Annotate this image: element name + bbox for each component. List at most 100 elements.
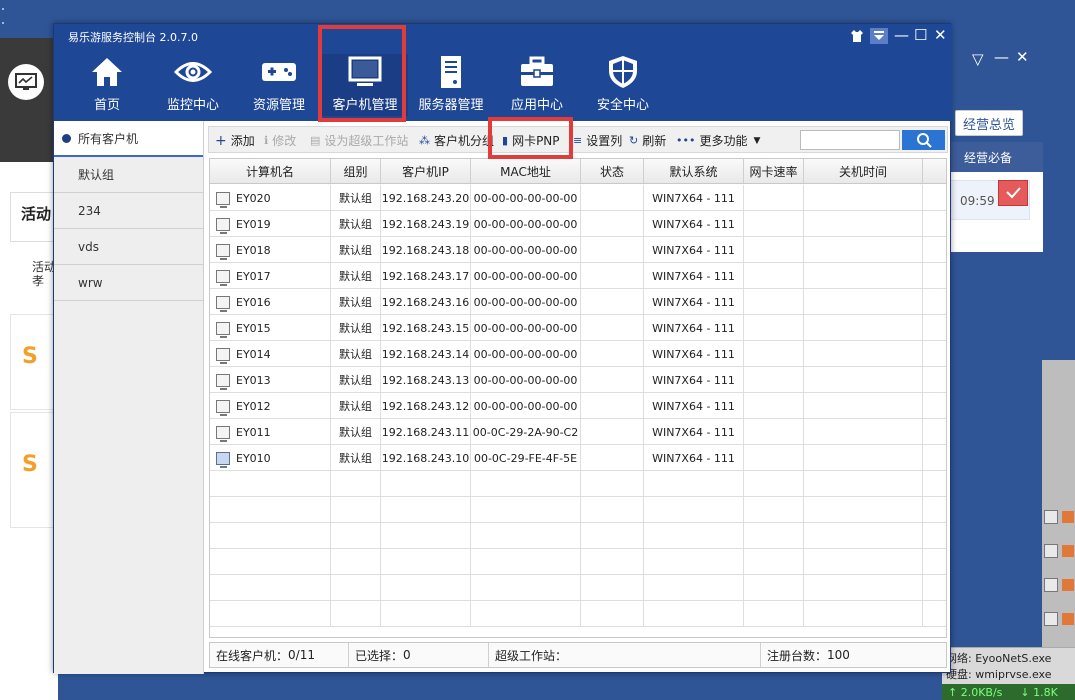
table-row[interactable]: EY015 默认组 192.168.243.15 00-00-00-00-00-00 W… [210,315,946,341]
cell-filler [923,341,946,367]
nav-label: 安全中心 [596,98,649,113]
registered-label: 注册台数： [767,648,828,663]
search-button[interactable] [902,130,945,150]
computer-name: EY020 [236,191,271,205]
set-super-workstation-button[interactable]: ▤ 设为超级工作站 [310,132,408,149]
tray-upload: ↑ 2.0KB/s [948,686,1003,699]
essentials-tab[interactable]: 经营必备 [950,142,1043,172]
cell-speed [744,393,804,419]
column-header[interactable]: MAC地址 [471,159,581,184]
close-icon[interactable]: ✕ [1016,48,1029,66]
cell-shutdown [804,419,923,445]
table-row[interactable]: EY019 默认组 192.168.243.19 00-00-00-00-00-00 W… [210,211,946,237]
set-columns-button[interactable]: ≡ 设置列 [573,132,622,149]
close-icon[interactable]: ✕ [934,26,947,44]
column-header[interactable]: 计算机名 [210,159,331,184]
cell-os: WIN7X64 - 111 [644,263,744,289]
minimize-icon[interactable]: — [894,26,909,44]
nav-monitor[interactable]: 监控中心 [150,54,236,116]
cell-ip: 192.168.243.12 [381,393,471,419]
table-row[interactable]: EY012 默认组 192.168.243.12 00-00-00-00-00-00 W… [210,393,946,419]
nav-label: 首页 [93,98,120,113]
table-row[interactable]: EY016 默认组 192.168.243.16 00-00-00-00-00-00 W… [210,289,946,315]
cell-filler [923,185,946,211]
cell-filler [923,237,946,263]
cell-shutdown [804,601,923,627]
edit-icon: ℹ [264,134,269,147]
column-header[interactable]: 默认系统 [644,159,744,184]
cell-shutdown [804,185,923,211]
cell-speed [744,471,804,497]
cell-os [644,575,744,601]
cell-os: WIN7X64 - 111 [644,289,744,315]
cell-filler [923,549,946,575]
cell-name: EY010 [210,445,331,471]
computer-icon [216,243,230,260]
nav-servers[interactable]: 服务器管理 [408,54,494,116]
column-header[interactable]: 关机时间 [804,159,923,184]
bullet-icon [62,133,71,143]
add-button[interactable]: + 添加 [215,132,255,149]
table-row[interactable]: EY013 默认组 192.168.243.13 00-00-00-00-00-00 W… [210,367,946,393]
computer-name: EY016 [236,295,271,309]
nav-resources[interactable]: 资源管理 [236,54,322,116]
table-row[interactable]: EY017 默认组 192.168.243.17 00-00-00-00-00-00 W… [210,263,946,289]
sidebar-item-label: 所有客户机 [78,131,139,146]
column-header[interactable]: 客户机IP [381,159,471,184]
background-page-left: 活动 活动 孝 S S [0,162,58,700]
cell-ip: 192.168.243.13 [381,367,471,393]
table-row[interactable]: EY011 默认组 192.168.243.11 00-0C-29-2A-90-C2 W… [210,419,946,445]
nav-label: 监控中心 [166,98,219,113]
chevron-down-icon[interactable]: ▽ [972,50,984,68]
menu-dropdown-icon[interactable] [870,28,888,44]
background-app-left [0,38,58,162]
monitor-chart-icon [8,64,44,100]
column-header[interactable]: 网卡速率 [744,159,804,184]
cell-ip [381,523,471,549]
cell-group: 默认组 [331,263,381,289]
cell-filler [923,471,946,497]
desktop-dot [2,22,4,24]
cell-shutdown [804,523,923,549]
sidebar-item-default-group[interactable]: 默认组 [54,157,203,193]
cell-mac [471,497,581,523]
maximize-icon[interactable]: ☐ [914,26,927,44]
table-row[interactable]: EY010 默认组 192.168.243.10 00-0C-29-FE-4F-5E W… [210,445,946,471]
nav-apps[interactable]: 应用中心 [494,54,580,116]
column-header[interactable]: 组别 [331,159,381,184]
minimize-icon[interactable]: — [994,48,1009,66]
cell-filler [923,211,946,237]
selected-count: 已选择： 0 [349,643,489,667]
edit-button[interactable]: ℹ 修改 [264,132,296,149]
check-icon[interactable] [998,180,1028,206]
skin-icon[interactable] [850,26,864,47]
cell-group [331,471,381,497]
cell-speed [744,601,804,627]
nav-home[interactable]: 首页 [64,54,150,116]
search-input[interactable] [800,130,900,150]
group-label: 客户机分组 [434,134,495,148]
cell-status [581,575,644,601]
cell-os: WIN7X64 - 111 [644,237,744,263]
table-row[interactable]: EY014 默认组 192.168.243.14 00-00-00-00-00-00 W… [210,341,946,367]
sidebar-item-all-clients[interactable]: 所有客户机 [54,121,203,157]
computer-name: EY013 [236,373,271,387]
refresh-button[interactable]: ↻ 刷新 [629,132,666,149]
cell-filler [923,445,946,471]
sidebar-item-vds[interactable]: vds [54,229,203,265]
computer-icon [216,295,230,312]
cell-status [581,471,644,497]
nav-security[interactable]: 安全中心 [580,54,666,116]
more-functions-button[interactable]: ••• 更多功能 ▼ [676,132,760,149]
column-header[interactable]: 状态 [581,159,644,184]
computer-name: EY010 [236,451,271,465]
overview-button[interactable]: 经营总览 [955,110,1023,136]
table-row[interactable]: EY018 默认组 192.168.243.18 00-00-00-00-00-00 W… [210,237,946,263]
sidebar-item-wrw[interactable]: wrw [54,265,203,301]
table-row[interactable]: EY020 默认组 192.168.243.20 00-00-00-00-00-00 W… [210,185,946,211]
client-group-button[interactable]: ⁂ 客户机分组 [419,132,494,149]
cell-os: WIN7X64 - 111 [644,445,744,471]
cell-mac: 00-00-00-00-00-00 [471,315,581,341]
cell-ip: 192.168.243.14 [381,341,471,367]
sidebar-item-234[interactable]: 234 [54,193,203,229]
